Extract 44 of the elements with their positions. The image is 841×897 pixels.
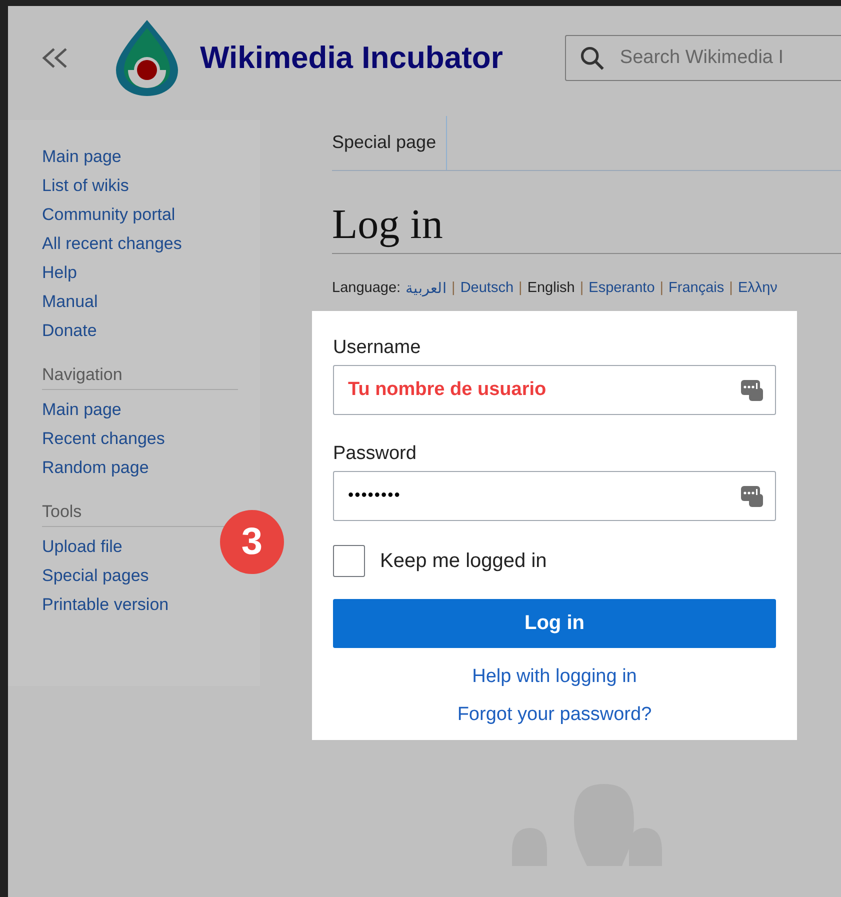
sidebar-link[interactable]: List of wikis (42, 171, 129, 200)
language-link[interactable]: Esperanto (588, 280, 655, 297)
language-separator: | (660, 280, 664, 297)
sidebar-link[interactable]: Special pages (42, 561, 149, 590)
language-link[interactable]: Ελλην (738, 280, 778, 297)
field-label: Password (333, 443, 418, 465)
input-field[interactable]: •••••••• (333, 471, 776, 521)
sidebar-link[interactable]: Random page (42, 453, 149, 482)
field-label: Username (333, 337, 422, 359)
checkbox-label[interactable]: Keep me logged in (380, 550, 547, 572)
page-heading: Log in (332, 201, 841, 254)
language-separator: | (518, 280, 522, 297)
language-label: Language: (332, 280, 401, 297)
language-separator: | (580, 280, 584, 297)
sidebar-heading: Navigation (42, 365, 238, 390)
language-link[interactable]: العربية (406, 280, 447, 297)
language-link[interactable]: English (527, 280, 575, 297)
forgot-password-link[interactable]: Forgot your password? (457, 704, 652, 726)
site-title[interactable]: Wikimedia Incubator (200, 40, 503, 76)
sidebar-link[interactable]: Printable version (42, 590, 169, 619)
language-separator: | (729, 280, 733, 297)
sidebar-link[interactable]: Community portal (42, 200, 176, 229)
page-tab[interactable]: Special page (332, 116, 448, 170)
incubator-logo-icon[interactable] (114, 18, 180, 98)
language-link[interactable]: Deutsch (460, 280, 514, 297)
sidebar-link[interactable]: Main page (42, 142, 122, 171)
language-separator: | (452, 280, 456, 297)
checkbox[interactable] (333, 545, 365, 577)
sidebar-link[interactable]: Manual (42, 287, 98, 316)
sidebar-link[interactable]: Main page (42, 395, 122, 424)
login-button[interactable]: Log in (333, 599, 776, 648)
password-manager-icon[interactable] (741, 378, 763, 402)
password-manager-icon[interactable] (741, 484, 763, 508)
search-field[interactable]: Search Wikimedia I (564, 35, 841, 81)
sidebar-link[interactable]: Recent changes (42, 424, 165, 453)
sidebar-link[interactable]: Donate (42, 316, 97, 345)
input-field[interactable]: Tu nombre de usuario (333, 365, 776, 415)
login-help-link[interactable]: Help with logging in (472, 666, 637, 688)
sidebar-link[interactable]: Upload file (42, 532, 122, 561)
sidebar-link[interactable]: Help (42, 258, 77, 287)
search-icon (578, 45, 605, 71)
language-link[interactable]: Français (668, 280, 724, 297)
step-badge: 3 (220, 510, 284, 574)
sidebar-link[interactable]: All recent changes (42, 229, 182, 258)
